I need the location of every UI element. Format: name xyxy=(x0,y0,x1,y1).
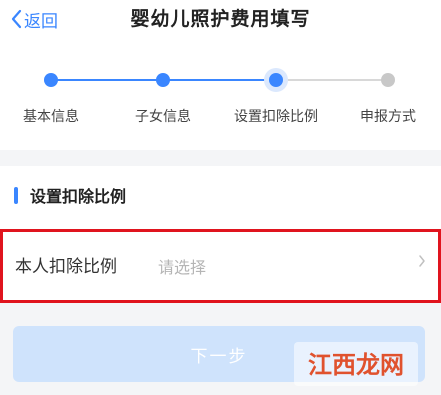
page-title: 婴幼儿照护费用填写 xyxy=(130,8,311,30)
step-dot-4 xyxy=(381,73,395,87)
deduction-ratio-select[interactable]: 本人扣除比例 请选择 xyxy=(0,229,441,303)
step-dot-1 xyxy=(44,73,58,87)
section-header: 设置扣除比例 xyxy=(14,183,126,207)
step-label-declare-method: 申报方式 xyxy=(360,109,416,125)
step-label-basic-info: 基本信息 xyxy=(23,109,79,125)
step-label-child-info: 子女信息 xyxy=(135,109,191,125)
deduction-ratio-label: 本人扣除比例 xyxy=(15,257,117,277)
chevron-right-icon xyxy=(419,255,425,267)
deduction-ratio-placeholder: 请选择 xyxy=(158,258,207,277)
progress-stepper: 基本信息 子女信息 设置扣除比例 申报方式 xyxy=(0,60,441,130)
stepper-track xyxy=(44,68,395,92)
site-watermark-logo: 江西龙网 xyxy=(294,342,418,386)
section-title: 设置扣除比例 xyxy=(30,187,127,206)
section-accent-bar xyxy=(14,186,18,204)
step-dot-2 xyxy=(156,73,170,87)
step-dot-3 xyxy=(269,73,283,87)
watermark-text: 江西龙网 xyxy=(308,351,404,379)
top-panel: 返回 婴幼儿照护费用填写 基本信息 子女信息 设置扣除比例 申报方式 xyxy=(0,0,441,150)
next-step-label: 下一步 xyxy=(190,346,248,366)
step-label-deduction-ratio: 设置扣除比例 xyxy=(234,109,318,125)
